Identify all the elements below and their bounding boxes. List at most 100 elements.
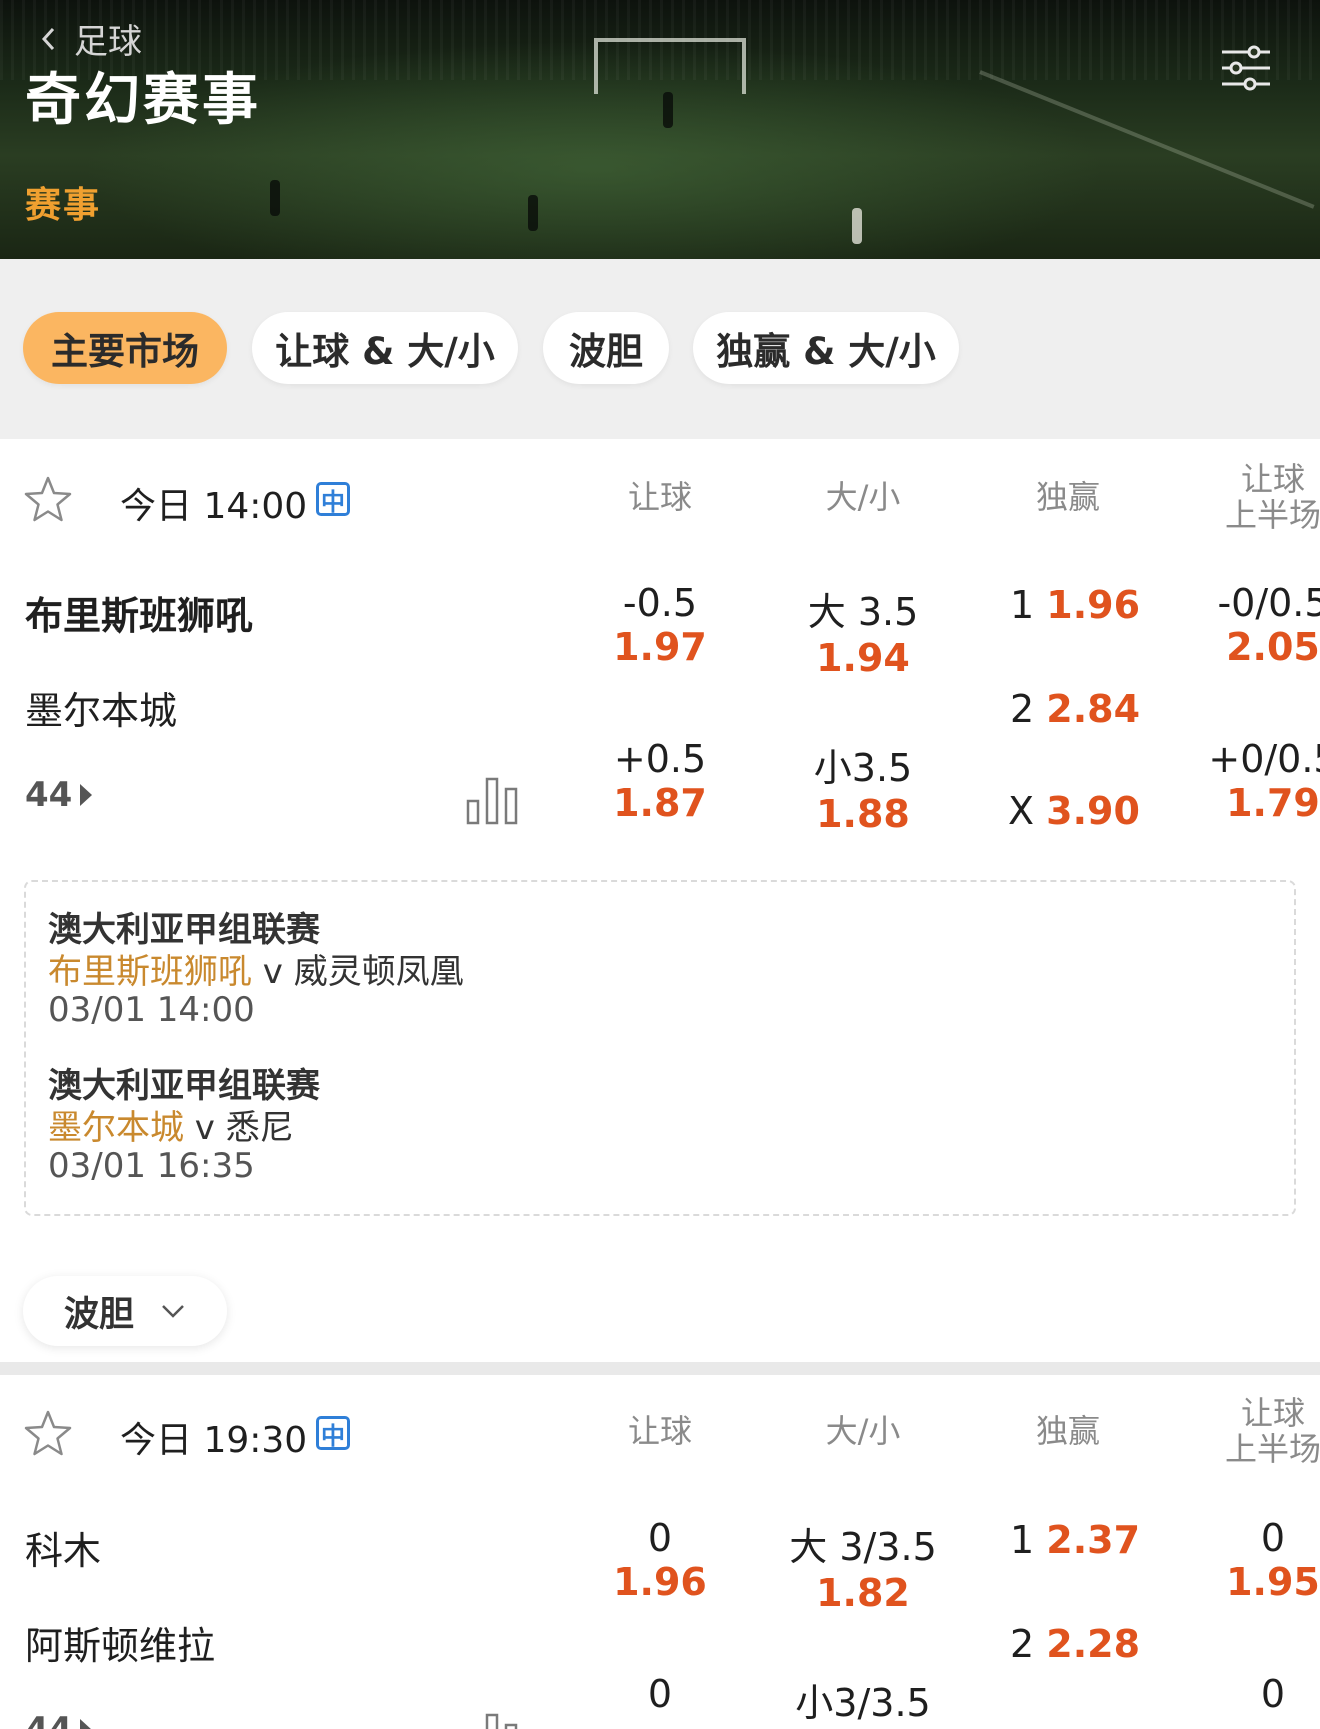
handicap-away-line: 0 [647,1672,673,1716]
odds-cell-ht-home[interactable]: -0/0.5 2.05 [1183,581,1320,669]
over-line: 大 3/3.5 [789,1525,937,1569]
win-away-odd: 2.84 [1046,687,1141,731]
fixture-date: 03/01 16:35 [48,1146,255,1186]
tab-main-markets[interactable]: 主要市场 [23,312,227,384]
triangle-right-icon [80,784,93,806]
ht-away-line: +0/0.5 [1208,737,1320,781]
ht-away-line: 0 [1260,1672,1286,1716]
under-line: 小3.5 [813,746,913,790]
stats-icon[interactable] [466,773,518,825]
odds-cell-under[interactable]: 小3/3.5 [773,1672,953,1727]
win-draw-label: X [1008,789,1035,833]
fixture-opponent: v 威灵顿凤凰 [252,952,464,992]
more-markets-link[interactable]: 44 [25,1710,93,1729]
live-badge: 中 [316,482,350,516]
more-markets-link[interactable]: 44 [25,775,93,815]
goal-frame [594,38,746,94]
fixture-team-highlight: 墨尔本城 [48,1108,184,1148]
handicap-home-line: -0.5 [622,581,698,625]
more-markets-count: 44 [25,775,73,815]
column-header-over-under: 大/小 [825,478,901,516]
column-header-handicap: 让球 [627,1412,692,1450]
under-odd: 1.88 [816,792,910,836]
page-title: 奇幻赛事 [25,68,261,133]
over-line: 大 3.5 [807,590,919,634]
under-line: 小3/3.5 [795,1681,931,1725]
tab-win-ou[interactable]: 独赢 & 大/小 [693,312,959,384]
upcoming-fixtures-box: 澳大利亚甲组联赛 布里斯班狮吼 v 威灵顿凤凰 03/01 14:00 澳大利亚… [24,880,1296,1216]
column-header-ht-line1: 让球 [1240,460,1305,498]
column-header-ht-handicap: 让球 上半场 [1183,461,1320,533]
column-header-handicap: 让球 [627,478,692,516]
odds-cell-draw[interactable]: X 3.90 [1008,789,1140,833]
column-header-over-under: 大/小 [825,1412,901,1450]
ht-away-odd: 1.79 [1226,781,1320,825]
home-team: 科木 [25,1529,102,1573]
win-home-label: 1 [1010,583,1035,627]
column-header-ht-line2: 上半场 [1224,1430,1320,1468]
ht-home-line: 0 [1260,1516,1286,1560]
column-header-ht-handicap: 让球 上半场 [1183,1395,1320,1467]
player-figure [852,208,862,244]
odds-cell-ht-home[interactable]: 0 1.95 [1183,1516,1320,1604]
odds-cell-over[interactable]: 大 3.5 1.94 [773,581,953,680]
fixture-teams: 布里斯班狮吼 v 威灵顿凤凰 [48,944,464,993]
home-team: 布里斯班狮吼 [25,594,254,638]
win-draw-odd: 3.90 [1046,789,1140,833]
card-divider [0,1362,1320,1375]
tab-handicap-ou[interactable]: 让球 & 大/小 [252,312,518,384]
win-home-label: 1 [1010,1518,1035,1562]
header-banner: 足球 奇幻赛事 赛事 [0,0,1320,259]
player-figure [270,180,280,216]
win-away-label: 2 [1010,687,1035,731]
odds-cell-win-away[interactable]: 2 2.28 [1010,1622,1140,1666]
match-card: 今日 19:30 中 让球 大/小 独赢 让球 上半场 科木 阿斯顿维拉 44 … [0,1375,1320,1729]
handicap-home-line: 0 [647,1516,673,1560]
handicap-away-line: +0.5 [613,737,707,781]
handicap-away-odd: 1.87 [613,781,707,825]
kickoff-time: 今日 19:30 [120,1420,308,1461]
back-icon [41,27,55,50]
odds-cell-win-away[interactable]: 2 2.84 [1010,687,1140,731]
filter-icon[interactable] [1220,44,1272,92]
away-team: 阿斯顿维拉 [25,1624,216,1668]
correct-score-label: 波胆 [63,1294,134,1335]
odds-cell-win-home[interactable]: 1 1.96 [1010,583,1140,627]
fixture-team-highlight: 布里斯班狮吼 [48,952,252,992]
column-header-ht-line2: 上半场 [1224,496,1320,534]
handicap-home-odd: 1.96 [613,1560,707,1604]
live-badge: 中 [316,1416,350,1450]
odds-cell-over[interactable]: 大 3/3.5 1.82 [773,1516,953,1615]
ht-home-line: -0/0.5 [1217,581,1320,625]
win-home-odd: 1.96 [1046,583,1141,627]
match-card: 今日 14:00 中 让球 大/小 独赢 让球 上半场 布里斯班狮吼 墨尔本城 … [0,439,1320,1362]
odds-cell-handicap-away[interactable]: 0 [570,1672,750,1716]
odds-cell-handicap-away[interactable]: +0.5 1.87 [570,737,750,825]
star-icon[interactable] [22,1408,74,1460]
odds-cell-under[interactable]: 小3.5 1.88 [773,737,953,836]
odds-cell-ht-away[interactable]: 0 [1183,1672,1320,1716]
odds-cell-handicap-home[interactable]: 0 1.96 [570,1516,750,1604]
odds-cell-handicap-home[interactable]: -0.5 1.97 [570,581,750,669]
player-figure [528,195,538,231]
odds-cell-ht-away[interactable]: +0/0.5 1.79 [1183,737,1320,825]
over-odd: 1.82 [816,1571,910,1615]
away-team: 墨尔本城 [25,689,178,733]
odds-cell-win-home[interactable]: 1 2.37 [1010,1518,1140,1562]
fixture-date: 03/01 14:00 [48,990,255,1030]
stats-icon[interactable] [466,1709,518,1729]
ht-home-odd: 1.95 [1226,1560,1320,1604]
column-header-ht-line1: 让球 [1240,1394,1305,1432]
tab-correct-score[interactable]: 波胆 [543,312,669,384]
ht-home-odd: 2.05 [1226,625,1320,669]
win-away-odd: 2.28 [1046,1622,1141,1666]
handicap-home-odd: 1.97 [613,625,707,669]
over-odd: 1.94 [816,636,910,680]
triangle-right-icon [80,1719,93,1729]
star-icon[interactable] [22,474,74,526]
column-header-win: 独赢 [1035,1412,1100,1450]
correct-score-dropdown[interactable]: 波胆 [23,1276,227,1346]
fixture-teams: 墨尔本城 v 悉尼 [48,1100,294,1149]
fixture-opponent: v 悉尼 [184,1108,294,1148]
column-header-win: 独赢 [1035,478,1100,516]
